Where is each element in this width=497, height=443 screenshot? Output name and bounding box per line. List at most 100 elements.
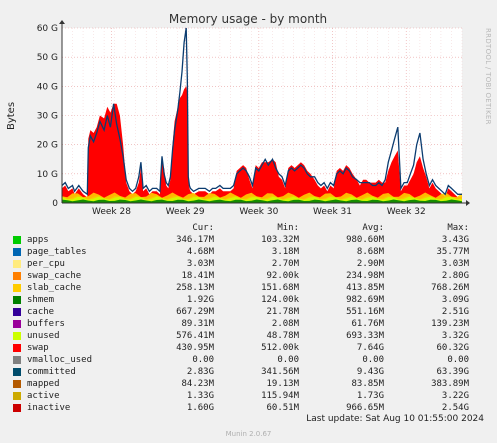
- legend-max: 3.09G: [441, 295, 469, 305]
- legend-max: 63.39G: [436, 367, 469, 377]
- legend-swatch: [13, 308, 21, 316]
- y-tick-label: 10 G: [37, 170, 58, 180]
- legend-swatch: [13, 284, 21, 292]
- legend-min: 2.08M: [271, 319, 299, 329]
- legend-name: buffers: [27, 319, 65, 329]
- legend-min: 19.13M: [266, 379, 299, 389]
- legend-swatch: [13, 248, 21, 256]
- x-tick-label: Week 30: [239, 207, 278, 217]
- legend-cur: 576.41M: [176, 331, 214, 341]
- legend-cur: 0.00: [192, 355, 214, 365]
- legend-name: active: [27, 391, 60, 401]
- legend-min: 3.18M: [271, 247, 299, 257]
- legend-avg: 980.60M: [346, 235, 384, 245]
- y-tick-label: 50 G: [37, 53, 58, 63]
- legend-swatch: [13, 404, 21, 412]
- legend-cur: 430.95M: [176, 343, 214, 353]
- legend-row: slab_cache 258.13M 151.68M 413.85M 768.26M: [13, 282, 488, 294]
- legend-avg: 2.90M: [356, 259, 384, 269]
- x-tick-label: Week 28: [92, 207, 131, 217]
- legend-header-cur: Cur:: [192, 223, 214, 233]
- legend-row: vmalloc_used 0.00 0.00 0.00 0.00: [13, 354, 488, 366]
- legend-max: 768.26M: [431, 283, 469, 293]
- legend-row: per_cpu 3.03M 2.70M 2.90M 3.03M: [13, 258, 488, 270]
- legend-name: slab_cache: [27, 283, 82, 293]
- legend-row: swap 430.95M 512.00k 7.64G 60.32G: [13, 342, 488, 354]
- legend-max: 3.03M: [441, 259, 469, 269]
- legend-name: page_tables: [27, 247, 87, 257]
- legend-cur: 1.33G: [186, 391, 214, 401]
- chart-title: Memory usage - by month: [169, 12, 327, 26]
- legend-swatch: [13, 236, 21, 244]
- legend-name: committed: [27, 367, 76, 377]
- y-tick-label: 60 G: [37, 24, 58, 34]
- legend-min: 0.00: [277, 355, 299, 365]
- legend-row: committed 2.83G 341.56M 9.43G 63.39G: [13, 366, 488, 378]
- legend-cur: 667.29M: [176, 307, 214, 317]
- legend-max: 2.54G: [441, 403, 469, 413]
- legend-name: apps: [27, 235, 49, 245]
- last-update: Last update: Sat Aug 10 01:55:00 2024: [306, 414, 484, 424]
- legend-swatch: [13, 320, 21, 328]
- legend-min: 60.51M: [266, 403, 299, 413]
- legend-cur: 84.23M: [181, 379, 214, 389]
- y-tick-label: 20 G: [37, 141, 58, 151]
- legend-min: 341.56M: [261, 367, 299, 377]
- legend-name: swap_cache: [27, 271, 82, 281]
- legend-header-max: Max:: [447, 223, 469, 233]
- legend-max: 139.23M: [431, 319, 469, 329]
- legend-avg: 693.33M: [346, 331, 384, 341]
- legend-swatch: [13, 332, 21, 340]
- legend-avg: 234.98M: [346, 271, 384, 281]
- legend-avg: 7.64G: [356, 343, 384, 353]
- y-tick-label: 40 G: [37, 82, 58, 92]
- legend-row: buffers 89.31M 2.08M 61.76M 139.23M: [13, 318, 488, 330]
- legend-avg: 551.16M: [346, 307, 384, 317]
- legend-name: vmalloc_used: [27, 355, 93, 365]
- x-axis-arrow: [466, 200, 470, 206]
- legend-swatch: [13, 356, 21, 364]
- legend-min: 103.32M: [261, 235, 299, 245]
- legend-swatch: [13, 296, 21, 304]
- legend-swatch: [13, 344, 21, 352]
- legend-max: 383.89M: [431, 379, 469, 389]
- legend-avg: 966.65M: [346, 403, 384, 413]
- y-axis-arrow: [59, 20, 65, 24]
- legend-cur: 346.17M: [176, 235, 214, 245]
- legend-row: active 1.33G 115.94M 1.73G 3.22G: [13, 390, 488, 402]
- legend-table: Cur: Min: Avg: Max: apps 346.17M 103.32M 98…: [13, 222, 488, 414]
- legend-avg: 61.76M: [351, 319, 384, 329]
- legend-min: 2.70M: [271, 259, 299, 269]
- legend-row: cache 667.29M 21.78M 551.16M 2.51G: [13, 306, 488, 318]
- legend-min: 92.00k: [266, 271, 299, 281]
- legend-swatch: [13, 380, 21, 388]
- legend-header-avg: Avg:: [362, 223, 384, 233]
- legend-cur: 258.13M: [176, 283, 214, 293]
- x-tick-label: Week 32: [387, 207, 426, 217]
- legend-name: cache: [27, 307, 55, 317]
- legend-row: apps 346.17M 103.32M 980.60M 3.43G: [13, 234, 488, 246]
- legend-max: 0.00: [447, 355, 469, 365]
- legend-swatch: [13, 392, 21, 400]
- legend-header-min: Min:: [277, 223, 299, 233]
- legend-max: 3.43G: [441, 235, 469, 245]
- credit: Munin 2.0.67: [225, 430, 272, 438]
- legend-min: 512.00k: [261, 343, 299, 353]
- legend-name: shmem: [27, 295, 55, 305]
- legend-avg: 0.00: [362, 355, 384, 365]
- legend-avg: 83.85M: [351, 379, 384, 389]
- x-tick-label: Week 29: [166, 207, 205, 217]
- legend-max: 2.80G: [441, 271, 469, 281]
- legend-swatch: [13, 260, 21, 268]
- legend-min: 48.78M: [266, 331, 299, 341]
- legend-row: page_tables 4.68M 3.18M 8.68M 35.77M: [13, 246, 488, 258]
- legend-swatch: [13, 272, 21, 280]
- y-tick-label: 30 G: [37, 112, 58, 122]
- y-axis-label: Bytes: [6, 102, 17, 130]
- legend-name: swap: [27, 343, 49, 353]
- legend-avg: 413.85M: [346, 283, 384, 293]
- legend-row: shmem 1.92G 124.00k 982.69M 3.09G: [13, 294, 488, 306]
- legend-min: 21.78M: [266, 307, 299, 317]
- legend-row: unused 576.41M 48.78M 693.33M 3.32G: [13, 330, 488, 342]
- legend-cur: 89.31M: [181, 319, 214, 329]
